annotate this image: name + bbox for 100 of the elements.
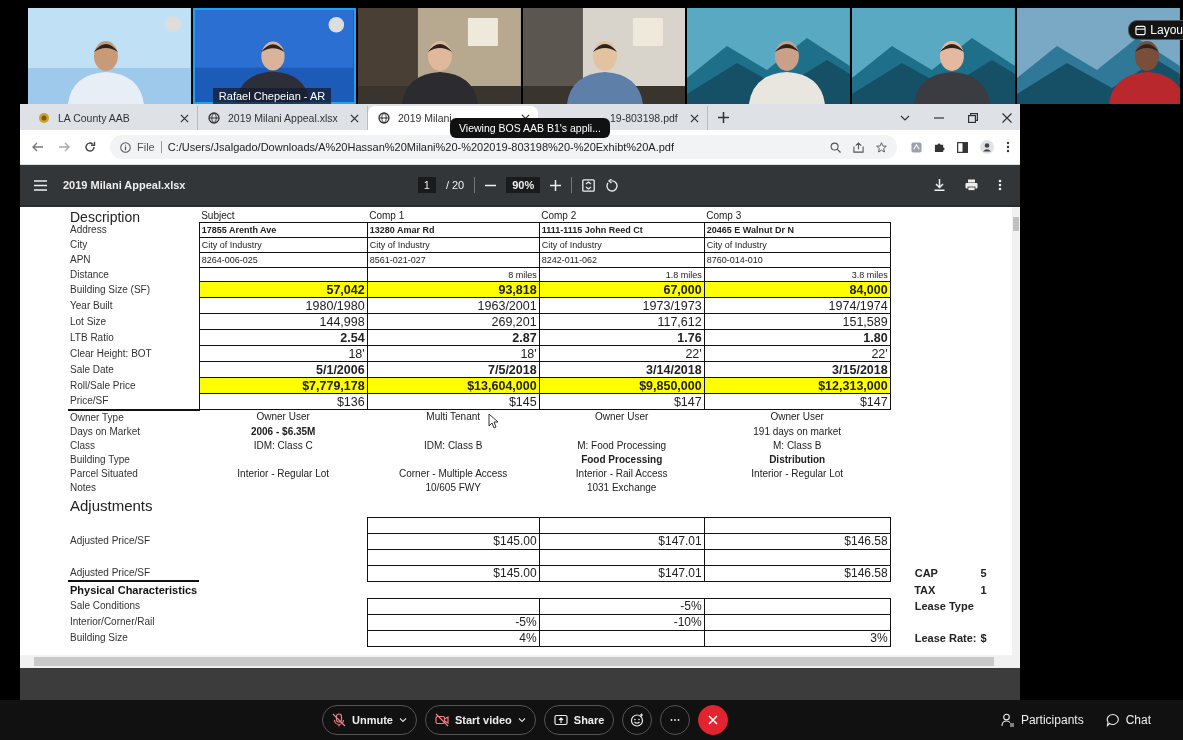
table-cell: 269,201 (367, 313, 540, 330)
table-cell: 8264-006-025 (199, 252, 368, 268)
url-scheme: File (137, 141, 155, 153)
menu-icon[interactable] (34, 179, 47, 191)
share-button[interactable]: Share (543, 705, 615, 735)
column-header: Comp 3 (706, 210, 742, 221)
table-cell: $145.00 (367, 533, 540, 549)
profile-icon[interactable] (980, 140, 994, 154)
layout-button[interactable]: Layou (1128, 20, 1183, 40)
table-cell: 18' (367, 345, 540, 362)
table-cell: 2.54 (199, 329, 368, 346)
reload-icon[interactable] (84, 141, 96, 153)
table-text: 2006 - $6.35M (250, 425, 316, 437)
participants-button[interactable]: Participants (1000, 713, 1084, 727)
puzzle-icon[interactable] (934, 141, 945, 153)
side-value: 5 (980, 567, 987, 579)
row-label: Parcel Situated (70, 467, 138, 479)
restore-icon[interactable] (968, 113, 978, 123)
table-cell: 1111-1115 John Reed Ct (539, 222, 705, 238)
table-cell: 7/5/2018 (367, 361, 540, 378)
row-label: Roll/Sale Price (70, 379, 136, 391)
print-icon[interactable] (965, 179, 978, 191)
rotate-icon[interactable] (605, 178, 619, 192)
table-text: Corner - Multiple Access (399, 467, 508, 479)
row-label: Owner Type (70, 411, 124, 423)
row-label: Distance (70, 268, 109, 280)
table-cell: 1980/1980 (199, 297, 368, 314)
table-text: Multi Tenant (426, 411, 481, 423)
scrollbar[interactable] (20, 655, 1020, 668)
address-field[interactable]: File C:/Users/Jsalgado/Downloads/A%20Hassan%20Milani%20-%202019-803198%20-%20Exhibt%20A.pdf (110, 135, 897, 159)
table-cell: 3% (704, 630, 891, 646)
reactions-button[interactable] (622, 705, 653, 735)
share-icon[interactable] (853, 141, 864, 153)
table-cell: 8760-014-010 (704, 252, 891, 268)
table-cell: $145.00 (367, 565, 540, 581)
close-icon[interactable] (350, 113, 359, 123)
smiley-icon (630, 713, 645, 727)
close-icon[interactable] (690, 113, 699, 123)
plus-icon[interactable] (718, 112, 729, 123)
side-label: Lease Rate: (914, 632, 977, 644)
table-cell: 3/14/2018 (539, 361, 705, 378)
chat-icon (1105, 713, 1120, 727)
zoom-in-icon[interactable] (550, 179, 562, 191)
row-label: Building Size (70, 632, 128, 643)
more-icon[interactable] (998, 179, 1002, 191)
table-cell: 8 miles (367, 267, 540, 282)
row-label: Interior/Corner/Rail (70, 616, 155, 627)
zoom-icon[interactable] (830, 141, 841, 153)
page-count: / 20 (445, 179, 465, 191)
tooltip: Viewing BOS AAB B1's appli... (450, 118, 610, 138)
table-cell: City of Industry (199, 237, 368, 253)
start-video-button[interactable]: Start video (424, 705, 536, 735)
row-label: Lot Size (70, 315, 107, 327)
table-text: Owner User (595, 411, 649, 423)
seal-icon (38, 112, 50, 124)
section-heading: Description (70, 208, 141, 225)
chat-button[interactable]: Chat (1105, 713, 1151, 727)
fit-page-icon[interactable] (582, 178, 596, 192)
scrollbar[interactable] (1012, 207, 1020, 655)
table-cell: 1973/1973 (539, 297, 705, 314)
zoom-field[interactable]: 90% (506, 177, 541, 193)
table-text: M: Class B (773, 439, 822, 451)
star-icon[interactable] (876, 141, 887, 153)
page-number-field[interactable]: 1 (417, 177, 436, 193)
document-title: 2019 Milani Appeal.xlsx (63, 179, 186, 191)
table-cell: $147 (539, 393, 705, 410)
table-cell: 13280 Amar Rd (367, 222, 540, 238)
row-label: Address (70, 224, 107, 235)
row-label: Adjusted Price/SF (70, 566, 151, 578)
table-text: Interior - Regular Lot (237, 467, 330, 479)
row-label: Building Size (SF) (70, 283, 151, 295)
tab-title: LA County AAB (58, 112, 131, 124)
table-cell: City of Industry (367, 237, 540, 253)
more-icon[interactable] (1006, 141, 1010, 153)
end-meeting-button[interactable] (698, 705, 729, 735)
column-header: Subject (201, 210, 235, 221)
table-cell: $147.01 (539, 565, 705, 581)
close-icon[interactable] (180, 113, 189, 123)
table-cell: 1974/1974 (704, 297, 891, 314)
table-cell: 117,612 (539, 313, 705, 330)
row-label: Notes (70, 481, 97, 493)
chevron-down-icon[interactable] (900, 113, 910, 123)
table-cell: 1.80 (704, 329, 891, 346)
camera-off-icon (434, 713, 449, 727)
extension-icon[interactable] (911, 141, 922, 153)
unmute-button[interactable]: Unmute (322, 705, 417, 735)
table-text: Owner User (770, 411, 824, 423)
sidebar-icon[interactable] (957, 141, 968, 153)
tab-title: 2019 Milani Appeal.xlsx (228, 112, 339, 124)
row-label: LTB Ratio (70, 331, 114, 343)
download-icon[interactable] (934, 179, 945, 191)
row-label: Days on Market (70, 425, 141, 437)
table-cell: -10% (539, 614, 705, 630)
table-cell: 17855 Arenth Ave (199, 222, 368, 238)
back-icon[interactable] (32, 141, 44, 153)
close-icon[interactable] (1002, 113, 1012, 123)
table-cell: 20465 E Walnut Dr N (704, 222, 891, 238)
table-cell: 8561-021-027 (367, 252, 540, 268)
column-header: Comp 1 (369, 210, 405, 221)
table-cell: 4% (367, 630, 540, 646)
